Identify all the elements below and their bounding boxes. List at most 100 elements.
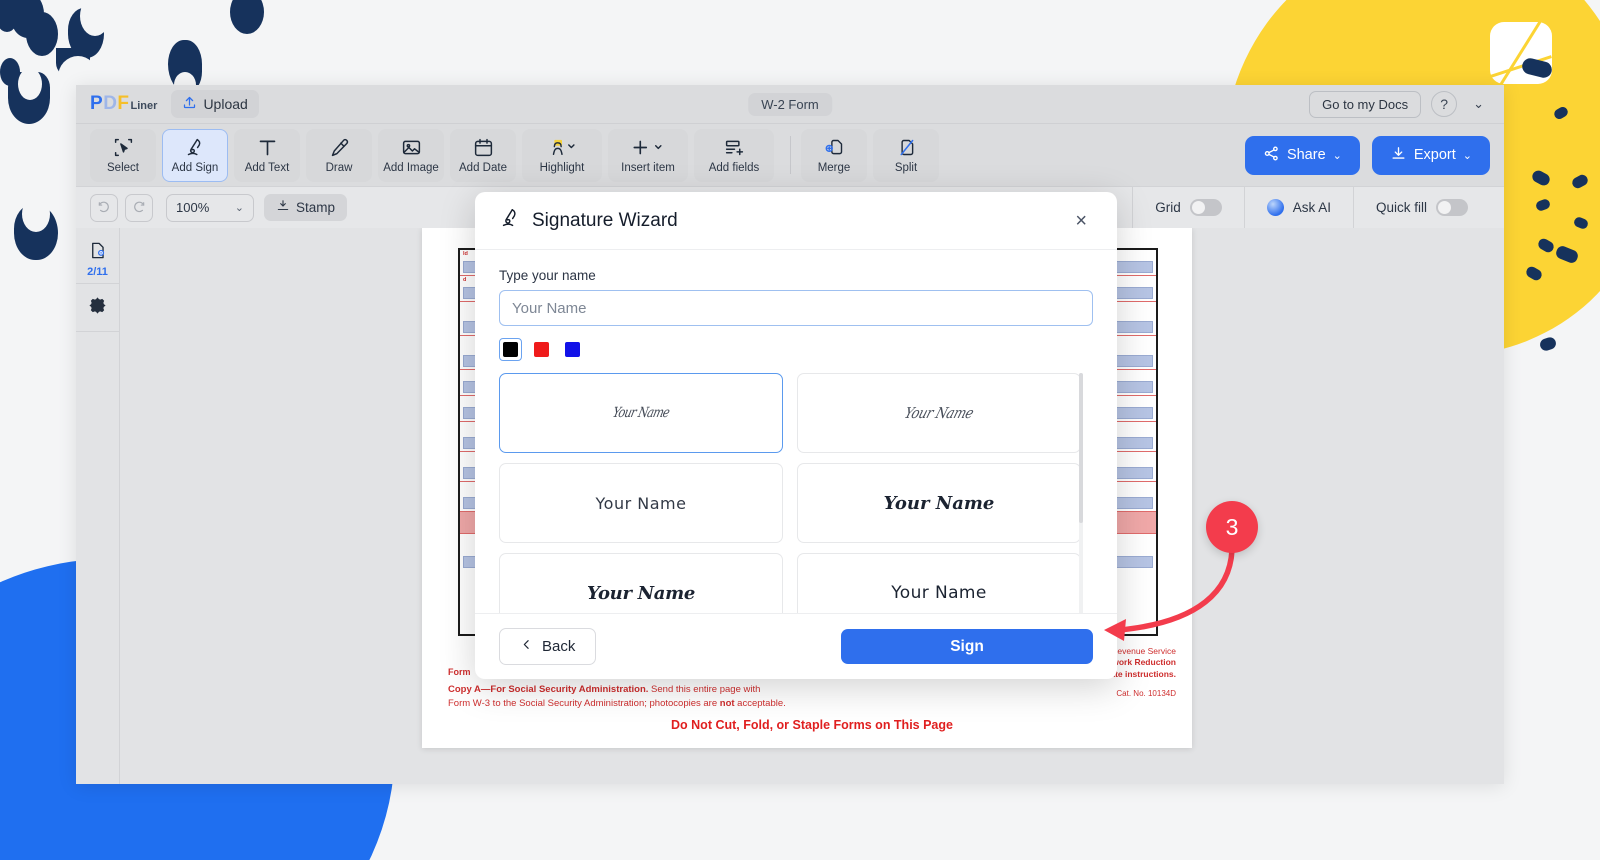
tool-split-label: Split (894, 162, 918, 174)
cursor-select-icon (113, 136, 134, 159)
upload-label: Upload (203, 96, 248, 112)
brand-letter-p: P (90, 93, 103, 114)
zoom-level-select[interactable]: 100% ⌄ (166, 193, 254, 222)
w2-copy-bold: Copy A—For Social Security Administratio… (448, 684, 649, 695)
navy-dot-decoration (14, 204, 58, 260)
navy-dash-decoration (1552, 105, 1570, 121)
signature-style-option[interactable]: Your Name (797, 463, 1081, 543)
tool-insert-item-label: Insert item (621, 162, 675, 174)
brand-letter-d: D (103, 93, 117, 114)
share-button[interactable]: Share ⌄ (1244, 135, 1360, 175)
navy-dot-decoration (26, 12, 58, 56)
signature-style-option[interactable]: Your Name (499, 373, 783, 453)
calendar-icon (473, 136, 494, 159)
page-root: P D F Liner Upload W-2 Form Go to my Doc… (0, 0, 1600, 860)
w2-catalog-number: Cat. No. 10134D (1116, 689, 1176, 699)
rail-page-thumbnails[interactable]: 2/11 (76, 236, 120, 284)
ask-ai-label: Ask AI (1292, 200, 1331, 215)
share-label: Share (1286, 147, 1326, 163)
tool-highlight[interactable]: Highlight (522, 128, 602, 182)
signature-style-preview: Your Name (611, 405, 671, 421)
signature-style-preview: Your Name (902, 404, 976, 422)
tool-merge-label: Merge (817, 162, 851, 174)
sign-button[interactable]: Sign (841, 629, 1093, 664)
download-icon (1390, 145, 1407, 166)
grid-toggle[interactable] (1189, 199, 1222, 216)
redo-arrow-icon[interactable] (125, 193, 153, 222)
tool-add-date-label: Add Date (459, 162, 507, 174)
navy-dot-decoration (230, 0, 264, 34)
brand-logo[interactable]: P D F Liner (90, 93, 157, 115)
tool-add-image[interactable]: Add Image (378, 128, 444, 182)
w2-form-word: Form (448, 667, 471, 677)
quick-fill-toggle[interactable] (1436, 199, 1468, 216)
w2-copy-line2-a: Form W-3 to the Social Security Administ… (448, 698, 720, 710)
tool-add-sign-label: Add Sign (171, 162, 219, 174)
modal-footer: Back Sign (475, 613, 1117, 679)
signature-pen-icon (185, 136, 206, 159)
tool-draw-label: Draw (325, 162, 353, 174)
stamp-label: Stamp (296, 200, 336, 215)
tool-add-image-label: Add Image (383, 162, 439, 174)
w2-copy-rest: Send this entire page with (648, 684, 761, 695)
navy-dot-decoration (80, 0, 110, 36)
navy-dot-decoration (0, 58, 20, 86)
color-swatch-red[interactable] (530, 338, 553, 361)
grid-label: Grid (1155, 200, 1181, 215)
chevron-down-icon[interactable]: ⌄ (1467, 96, 1490, 112)
tool-add-sign[interactable]: Add Sign (162, 128, 228, 182)
back-label: Back (542, 638, 576, 655)
ask-ai-button[interactable]: Ask AI (1243, 187, 1353, 228)
gear-icon (88, 296, 107, 320)
signature-style-preview: Your Name (891, 583, 987, 603)
tool-add-text-label: Add Text (244, 162, 290, 174)
tool-add-fields-label: Add fields (708, 162, 760, 174)
tool-select[interactable]: Select (90, 128, 156, 182)
stamp-button[interactable]: Stamp (264, 194, 348, 221)
chevron-down-icon: ⌄ (234, 202, 244, 214)
back-button[interactable]: Back (499, 628, 597, 665)
go-to-my-docs-button[interactable]: Go to my Docs (1309, 90, 1422, 118)
upload-button[interactable]: Upload (171, 90, 259, 118)
scrollbar-thumb[interactable] (1079, 373, 1083, 523)
tool-merge[interactable]: Merge (801, 128, 867, 182)
close-icon[interactable]: × (1069, 207, 1093, 235)
tool-select-label: Select (107, 162, 139, 174)
navy-dash-decoration (1570, 172, 1590, 191)
navy-dash-decoration (1554, 244, 1580, 265)
signature-style-option[interactable]: Your Name (499, 463, 783, 543)
tool-draw[interactable]: Draw (306, 128, 372, 182)
signature-style-option[interactable]: Your Name (499, 553, 783, 613)
signature-style-list[interactable]: Your Name Your Name Your Name Your Name … (499, 373, 1093, 613)
tool-add-text[interactable]: Add Text (234, 128, 300, 182)
tool-add-date[interactable]: Add Date (450, 128, 516, 182)
rail-settings[interactable] (76, 284, 120, 332)
plus-icon (630, 136, 666, 159)
color-swatch-blue[interactable] (561, 338, 584, 361)
app-top-bar: P D F Liner Upload W-2 Form Go to my Doc… (76, 85, 1504, 123)
stamp-icon (276, 199, 290, 216)
brand-logo-mark (1490, 22, 1552, 84)
signature-style-option[interactable]: Your Name (797, 553, 1081, 613)
color-swatch-black[interactable] (499, 338, 522, 361)
export-button[interactable]: Export ⌄ (1371, 135, 1490, 175)
sub-bar-right-group: Grid Ask AI Quick fill (1132, 187, 1490, 228)
grid-toggle-cell[interactable]: Grid (1132, 187, 1244, 228)
undo-arrow-icon[interactable] (90, 193, 118, 222)
tool-add-fields[interactable]: Add fields (694, 128, 774, 182)
navy-dash-decoration (1534, 197, 1552, 213)
split-pages-icon (896, 136, 917, 159)
toolbar-right-group: Share ⌄ Export ⌄ (1244, 135, 1490, 175)
navy-dot-decoration (56, 48, 90, 78)
quick-fill-toggle-cell[interactable]: Quick fill (1352, 187, 1490, 228)
help-question-icon[interactable]: ? (1431, 91, 1458, 117)
merge-pages-icon (824, 136, 845, 159)
navy-dash-decoration (1536, 236, 1556, 255)
signature-name-input[interactable] (499, 290, 1093, 326)
image-icon (401, 136, 422, 159)
modal-body: Type your name Your Name Your Name Your … (475, 250, 1117, 613)
signature-style-option[interactable]: Your Name (797, 373, 1081, 453)
document-tab-w2-form[interactable]: W-2 Form (748, 92, 832, 116)
tool-split[interactable]: Split (873, 128, 939, 182)
tool-insert-item[interactable]: Insert item (608, 128, 688, 182)
